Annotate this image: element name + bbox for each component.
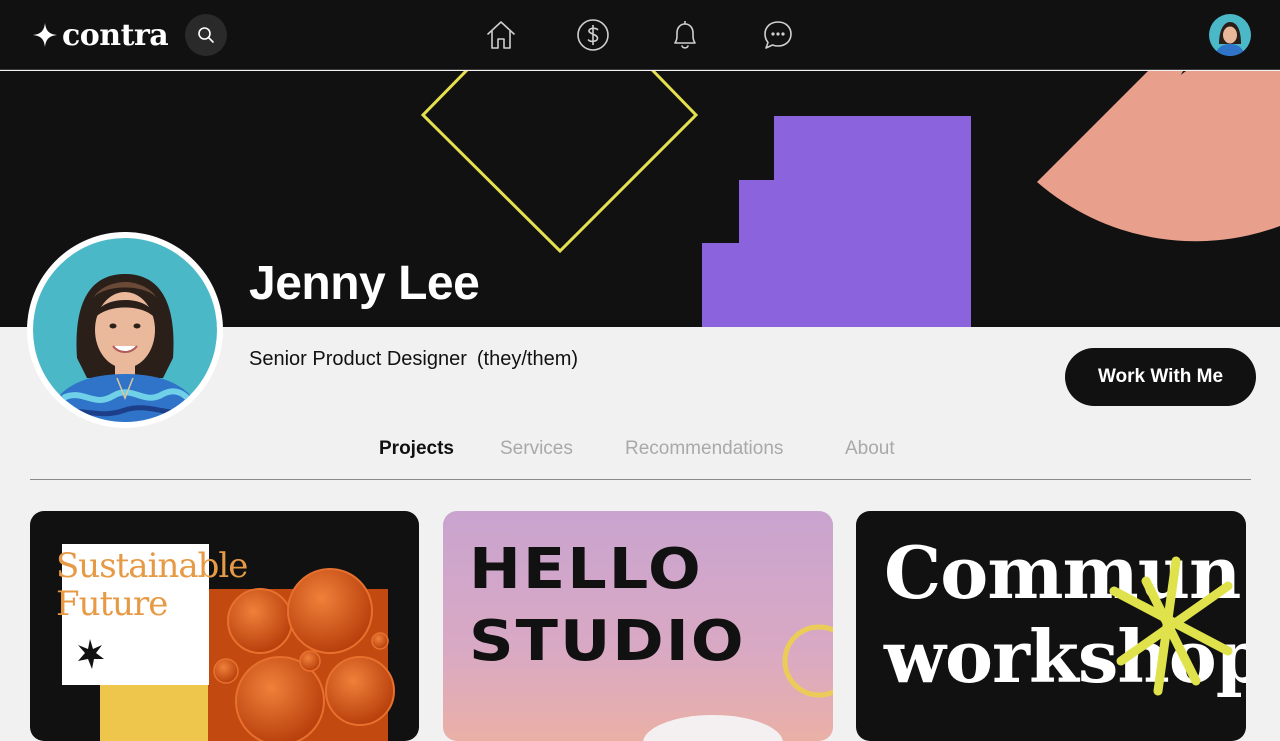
profile-portrait-image: [33, 238, 217, 422]
tab-projects[interactable]: Projects: [379, 438, 454, 460]
tab-services[interactable]: Services: [500, 438, 573, 460]
project-card-hello-studio[interactable]: HELLO STUDIO: [443, 511, 833, 741]
contra-logo[interactable]: contra: [32, 14, 169, 56]
yellow-diamond-shape: [420, 71, 699, 254]
project-card-community-workshop[interactable]: Commun workshop: [856, 511, 1246, 741]
project-title-line2: Future: [56, 584, 168, 624]
profile-photo: [27, 232, 223, 428]
nav-payments[interactable]: [575, 17, 611, 53]
brand-name: contra: [62, 17, 169, 53]
search-icon: [198, 27, 214, 43]
profile-name: Jenny Lee: [249, 257, 480, 310]
nav-home[interactable]: [483, 17, 519, 53]
profile-headline: Senior Product Designer (they/them): [249, 346, 578, 372]
dollar-icon: [577, 19, 609, 51]
nav-notifications[interactable]: [667, 17, 703, 53]
sparkle-logo-icon: [33, 23, 57, 47]
top-navigation-bar: contra: [0, 0, 1280, 70]
profile-tabs: Projects Services Recommendations About: [30, 430, 1251, 480]
work-with-me-button[interactable]: Work With Me: [1065, 348, 1256, 406]
project-title-line2: STUDIO: [469, 607, 746, 674]
project-title-line1: HELLO: [469, 535, 703, 602]
avatar-portrait-icon: [1209, 14, 1251, 56]
bell-icon: [674, 21, 696, 49]
yellow-asterisk-scribble: [1109, 556, 1233, 696]
nav-messages[interactable]: [760, 17, 796, 53]
profile-pronouns: (they/them): [476, 348, 579, 370]
tab-recommendations[interactable]: Recommendations: [625, 438, 783, 460]
project-card-sustainable-future[interactable]: Sustainable Future: [30, 511, 419, 741]
purple-staircase-shape: [702, 116, 971, 327]
search-button[interactable]: [185, 14, 227, 56]
project-title-line1: Sustainable: [56, 546, 248, 586]
home-icon: [487, 21, 515, 49]
user-avatar[interactable]: [1209, 14, 1251, 56]
chat-icon: [764, 21, 792, 49]
tab-about[interactable]: About: [845, 438, 895, 460]
profile-title: Senior Product Designer: [249, 348, 467, 370]
